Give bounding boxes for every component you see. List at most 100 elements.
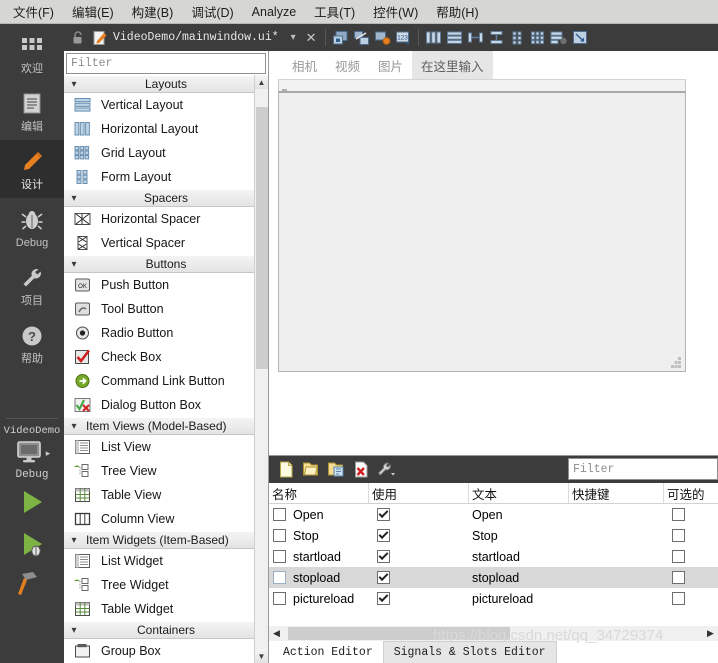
widget-item-radio-button[interactable]: Radio Button: [64, 321, 268, 345]
row-icon-checkbox[interactable]: [273, 592, 286, 605]
widget-item-horizontal-layout[interactable]: Horizontal Layout: [64, 117, 268, 141]
widget-item-grid-layout[interactable]: Grid Layout: [64, 141, 268, 165]
widget-item-vertical-spacer[interactable]: Vertical Spacer: [64, 231, 268, 255]
project-target-selector[interactable]: VideoDemo ▸ Debug: [0, 425, 64, 481]
layout-grid-tool[interactable]: [528, 28, 549, 48]
mode-design[interactable]: 设计: [0, 140, 64, 198]
tab-action-editor[interactable]: Action Editor: [273, 641, 383, 663]
row-icon-checkbox[interactable]: [273, 508, 286, 521]
scrollbar-thumb[interactable]: [288, 627, 510, 640]
column-header-used[interactable]: 使用: [369, 483, 469, 503]
scrollbar-thumb[interactable]: [256, 107, 268, 369]
build-button[interactable]: [0, 565, 64, 605]
table-row[interactable]: Stop Stop: [269, 525, 718, 546]
scroll-right-icon[interactable]: ▶: [703, 626, 718, 641]
menu-build[interactable]: 构建(B): [123, 0, 183, 24]
widget-item-table-widget[interactable]: Table Widget: [64, 597, 268, 621]
form-editor-canvas[interactable]: 相机 视频 图片 在这里输入: [269, 51, 718, 450]
mode-debug[interactable]: Debug: [0, 198, 64, 256]
widget-group-item-views[interactable]: ▾ Item Views (Model-Based): [64, 417, 268, 435]
start-debugging-button[interactable]: [0, 525, 64, 565]
table-row[interactable]: stopload stopload: [269, 567, 718, 588]
checkable-checkbox[interactable]: [672, 571, 685, 584]
new-file-icon[interactable]: [273, 459, 298, 481]
widget-item-column-view[interactable]: Column View: [64, 507, 268, 531]
table-row[interactable]: startload startload: [269, 546, 718, 567]
widget-group-item-widgets[interactable]: ▾ Item Widgets (Item-Based): [64, 531, 268, 549]
widget-item-check-box[interactable]: Check Box: [64, 345, 268, 369]
table-row[interactable]: pictureload pictureload: [269, 588, 718, 609]
delete-icon[interactable]: [348, 459, 373, 481]
column-header-checkable[interactable]: 可选的: [664, 483, 718, 503]
scrollbar-track[interactable]: [284, 626, 703, 641]
form-tab-camera[interactable]: 相机: [283, 51, 326, 79]
table-row[interactable]: Open Open: [269, 504, 718, 525]
adjust-size-tool[interactable]: [570, 28, 591, 48]
form-resize-grip-bottomright[interactable]: [671, 357, 682, 368]
widget-item-form-layout[interactable]: Form Layout: [64, 165, 268, 189]
chevron-down-icon[interactable]: ▾: [285, 32, 302, 43]
tab-signals-slots-editor[interactable]: Signals & Slots Editor: [382, 641, 557, 663]
checkable-checkbox[interactable]: [672, 508, 685, 521]
paste-icon[interactable]: [323, 459, 348, 481]
edit-buddies-tool[interactable]: [372, 28, 393, 48]
widget-item-list-widget[interactable]: List Widget: [64, 549, 268, 573]
edit-signals-slots-tool[interactable]: [351, 28, 372, 48]
widget-box-filter-input[interactable]: Filter: [66, 53, 266, 74]
ui-file-icon[interactable]: [91, 29, 109, 47]
mode-help[interactable]: ? 帮助: [0, 314, 64, 372]
checkable-checkbox[interactable]: [672, 529, 685, 542]
column-header-name[interactable]: 名称: [269, 483, 369, 503]
checkable-checkbox[interactable]: [672, 592, 685, 605]
row-icon-checkbox[interactable]: [273, 529, 286, 542]
column-header-text[interactable]: 文本: [469, 483, 569, 503]
edit-tab-order-tool[interactable]: 123: [393, 28, 414, 48]
action-filter-input[interactable]: Filter: [568, 458, 718, 480]
action-table-horizontal-scrollbar[interactable]: ◀ ▶: [269, 626, 718, 641]
widget-item-horizontal-spacer[interactable]: Horizontal Spacer: [64, 207, 268, 231]
widget-item-vertical-layout[interactable]: Vertical Layout: [64, 93, 268, 117]
menu-debug[interactable]: 调试(D): [182, 0, 242, 24]
widget-group-containers[interactable]: ▾ Containers: [64, 621, 268, 639]
run-button[interactable]: [0, 481, 64, 525]
used-checkbox[interactable]: [377, 550, 390, 563]
widget-item-push-button[interactable]: OK Push Button: [64, 273, 268, 297]
widget-item-group-box[interactable]: Group Box: [64, 639, 268, 663]
widget-item-table-view[interactable]: Table View: [64, 483, 268, 507]
widget-item-command-link-button[interactable]: Command Link Button: [64, 369, 268, 393]
scroll-left-icon[interactable]: ◀: [269, 626, 284, 641]
layout-splitter-horizontal-tool[interactable]: [465, 28, 486, 48]
layout-vertically-tool[interactable]: [444, 28, 465, 48]
wrench-icon[interactable]: [373, 459, 398, 481]
mode-projects[interactable]: 项目: [0, 256, 64, 314]
checkable-checkbox[interactable]: [672, 550, 685, 563]
used-checkbox[interactable]: [377, 592, 390, 605]
menu-file[interactable]: 文件(F): [4, 0, 63, 24]
menu-analyze[interactable]: Analyze: [243, 2, 305, 22]
column-header-shortcut[interactable]: 快捷键: [569, 483, 664, 503]
layout-form-tool[interactable]: [507, 28, 528, 48]
edit-widgets-tool[interactable]: [330, 28, 351, 48]
widget-group-spacers[interactable]: ▾ Spacers: [64, 189, 268, 207]
menu-edit[interactable]: 编辑(E): [63, 0, 123, 24]
mode-welcome[interactable]: 欢迎: [0, 24, 64, 82]
scroll-up-icon[interactable]: ▲: [255, 75, 268, 89]
widget-group-layouts[interactable]: ▾ Layouts: [64, 75, 268, 93]
widget-item-tree-view[interactable]: Tree View: [64, 459, 268, 483]
used-checkbox[interactable]: [377, 508, 390, 521]
break-layout-tool[interactable]: [549, 28, 570, 48]
widget-item-dialog-button-box[interactable]: Dialog Button Box: [64, 393, 268, 417]
form-resize-grip-topleft[interactable]: [282, 83, 287, 94]
used-checkbox[interactable]: [377, 529, 390, 542]
close-icon[interactable]: ✕: [302, 30, 321, 46]
unlock-icon[interactable]: [69, 29, 87, 47]
row-icon-checkbox[interactable]: [273, 571, 286, 584]
widget-item-list-view[interactable]: List View: [64, 435, 268, 459]
form-tab-page[interactable]: [278, 91, 686, 372]
menu-help[interactable]: 帮助(H): [427, 0, 487, 24]
menu-tools[interactable]: 工具(T): [305, 0, 364, 24]
layout-horizontally-tool[interactable]: [423, 28, 444, 48]
layout-splitter-vertical-tool[interactable]: [486, 28, 507, 48]
copy-icon[interactable]: [298, 459, 323, 481]
target-expand-arrow-icon[interactable]: ▸: [46, 448, 51, 459]
